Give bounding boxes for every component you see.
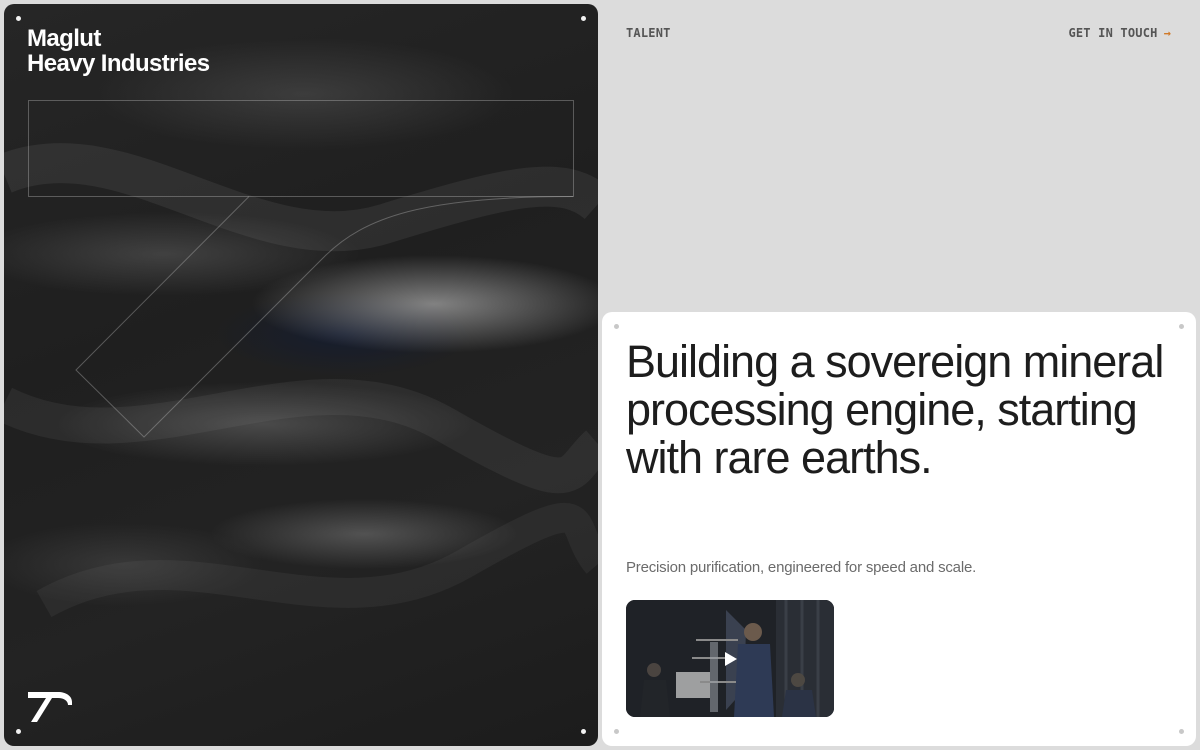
corner-dot — [1179, 729, 1184, 734]
corner-dot — [1179, 324, 1184, 329]
hero-headline: Building a sovereign mineral processing … — [626, 336, 1164, 483]
hero-content-card: Building a sovereign mineral processing … — [602, 312, 1196, 746]
arrow-right-icon: → — [1163, 26, 1171, 40]
corner-dot — [16, 16, 21, 21]
brand-logo-mark-icon — [28, 692, 72, 722]
outline-graphic — [28, 100, 574, 438]
get-in-touch-label: GET IN TOUCH — [1068, 26, 1158, 40]
corner-dot — [614, 729, 619, 734]
hero-subtext: Precision purification, engineered for s… — [626, 559, 977, 576]
video-thumbnail[interactable] — [626, 600, 834, 717]
corner-dot — [16, 729, 21, 734]
brand-wordmark[interactable]: Maglut Heavy Industries — [27, 25, 210, 77]
corner-dot — [581, 729, 586, 734]
corner-dot — [614, 324, 619, 329]
corner-dot — [581, 16, 586, 21]
brand-line-2: Heavy Industries — [27, 50, 210, 77]
nav-link-get-in-touch[interactable]: GET IN TOUCH → — [1068, 26, 1171, 40]
hero-image-panel: Maglut Heavy Industries — [4, 4, 598, 746]
top-navigation: TALENT GET IN TOUCH → — [626, 26, 1171, 42]
brand-line-1: Maglut — [27, 25, 101, 52]
play-icon[interactable] — [725, 652, 737, 666]
nav-link-talent[interactable]: TALENT — [626, 26, 671, 40]
